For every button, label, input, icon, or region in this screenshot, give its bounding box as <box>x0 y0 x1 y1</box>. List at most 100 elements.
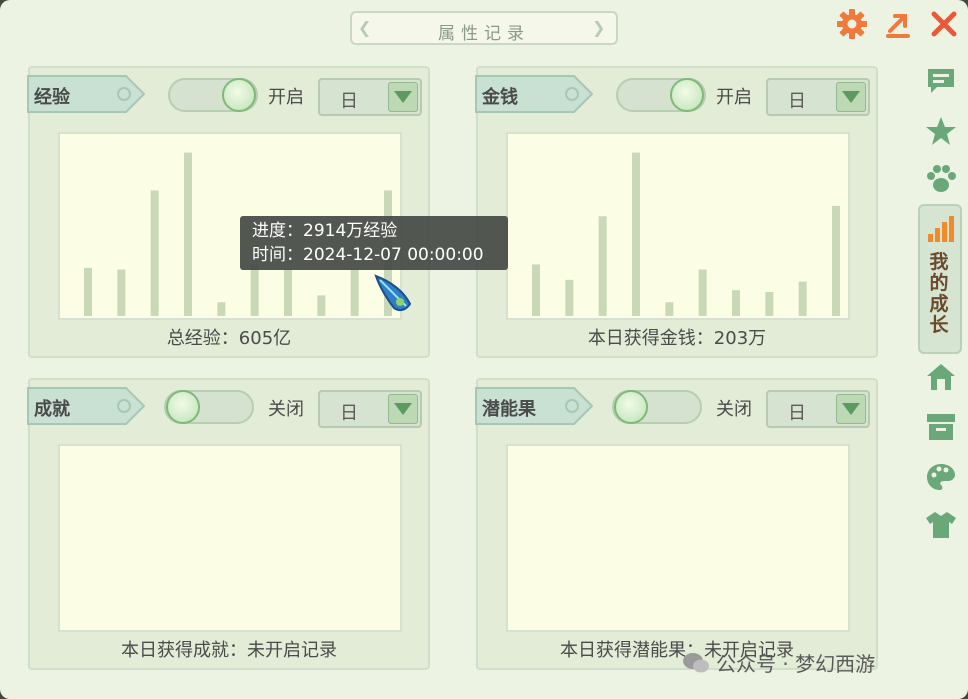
star-button[interactable] <box>922 112 960 150</box>
toggle-knob[interactable] <box>166 390 200 424</box>
money-tag: 金钱 <box>474 74 596 114</box>
gear-icon <box>837 9 867 39</box>
tooltip-progress: 进度：2914万经验 <box>252 221 398 241</box>
chart-bar[interactable] <box>184 152 192 316</box>
triangle-down-icon <box>394 403 412 415</box>
chart-bar[interactable] <box>350 269 359 316</box>
palette-icon <box>927 464 955 490</box>
paw-icon <box>927 165 956 192</box>
period-select[interactable]: 日 <box>318 390 422 428</box>
panel-summary: 总经验：605亿 <box>166 328 292 349</box>
potential-fruit-chart <box>506 444 850 632</box>
title-ornament-right-icon: ❯ <box>592 18 606 37</box>
toggle-label: 关闭 <box>716 399 752 420</box>
toggle-knob[interactable] <box>614 390 648 424</box>
chart-bar[interactable] <box>832 205 840 316</box>
period-select[interactable]: 日 <box>766 390 870 428</box>
chart-bar[interactable] <box>698 269 707 316</box>
message-button[interactable] <box>922 62 960 100</box>
chart-bar[interactable] <box>765 291 774 316</box>
watermark-text: 公众号 · 梦幻西游 <box>716 652 876 676</box>
dropdown-button[interactable] <box>836 394 866 424</box>
period-select-value: 日 <box>340 91 358 112</box>
close-button[interactable] <box>926 6 962 42</box>
chart-bar[interactable] <box>598 216 607 316</box>
period-select[interactable]: 日 <box>318 78 422 116</box>
period-select[interactable]: 日 <box>766 78 870 116</box>
star-icon <box>926 117 956 145</box>
toggle-label: 关闭 <box>268 399 304 420</box>
dropdown-button[interactable] <box>388 394 418 424</box>
experience-toggle[interactable] <box>168 78 258 112</box>
home-button[interactable] <box>922 358 960 396</box>
chart-bar[interactable] <box>732 290 740 316</box>
toggle-label: 开启 <box>716 87 752 108</box>
achievement-toggle[interactable] <box>164 390 254 424</box>
dropdown-button[interactable] <box>388 82 418 112</box>
chart-bar[interactable] <box>565 279 574 316</box>
achievement-tag: 成就 <box>26 386 148 426</box>
chart-bar[interactable] <box>532 264 540 316</box>
chart-bar[interactable] <box>117 269 126 316</box>
potential-fruit-tag: 潜能果 <box>474 386 596 426</box>
chart-tooltip: 进度：2914万经验 时间：2024-12-07 00:00:00 <box>240 216 508 270</box>
panel-summary: 本日获得成就：未开启记录 <box>121 640 337 661</box>
window-title: 属性记录 <box>438 24 530 44</box>
chart-bar[interactable] <box>317 295 326 316</box>
window: ❮ 属性记录 ❯ 经验 开启 日 总经验：605亿 金钱 开启 日 本日获得金钱… <box>0 0 968 699</box>
chart-bar[interactable] <box>84 267 92 316</box>
money-panel: 金钱 开启 日 本日获得金钱：203万 <box>474 66 878 358</box>
chart-bar[interactable] <box>217 302 226 316</box>
close-icon <box>931 11 957 37</box>
archive-button[interactable] <box>922 408 960 446</box>
toggle-knob[interactable] <box>222 78 256 112</box>
chart-bar[interactable] <box>798 281 807 316</box>
outfit-button[interactable] <box>922 506 960 544</box>
chart-bar[interactable] <box>632 152 640 316</box>
shirt-icon <box>926 512 956 538</box>
sidebar: 我的成长 <box>918 56 964 686</box>
money-chart <box>506 132 850 320</box>
palette-button[interactable] <box>922 458 960 496</box>
feather-cursor-icon <box>374 274 412 312</box>
potential-fruit-panel: 潜能果 关闭 日 本日获得潜能果：未开启记录 <box>474 378 878 670</box>
title-bar: ❮ 属性记录 ❯ <box>350 11 618 45</box>
panel-summary: 本日获得金钱：203万 <box>587 328 767 349</box>
potential-fruit-toggle[interactable] <box>612 390 702 424</box>
toggle-label: 开启 <box>268 87 304 108</box>
achievement-chart <box>58 444 402 632</box>
chart-bar[interactable] <box>250 264 259 316</box>
experience-tag: 经验 <box>26 74 148 114</box>
period-select-value: 日 <box>788 91 806 112</box>
watermark: 公众号 · 梦幻西游 <box>682 648 875 677</box>
panel-title: 金钱 <box>482 87 518 108</box>
money-bar-chart <box>532 152 840 316</box>
panel-title: 成就 <box>34 399 70 420</box>
chart-bar[interactable] <box>665 302 674 316</box>
my-growth-tab[interactable]: 我的成长 <box>918 204 962 354</box>
dropdown-button[interactable] <box>836 82 866 112</box>
period-select-value: 日 <box>788 403 806 424</box>
achievement-panel: 成就 关闭 日 本日获得成就：未开启记录 <box>26 378 430 670</box>
panel-title: 潜能果 <box>482 399 536 420</box>
tooltip-time: 时间：2024-12-07 00:00:00 <box>252 245 484 265</box>
triangle-down-icon <box>842 91 860 103</box>
popout-arrow-icon <box>886 14 910 38</box>
my-growth-label: 我的成长 <box>929 251 949 336</box>
triangle-down-icon <box>394 91 412 103</box>
archive-icon <box>927 414 955 440</box>
message-icon <box>928 69 954 93</box>
chart-bar[interactable] <box>150 190 159 316</box>
popout-button[interactable] <box>880 6 916 42</box>
pet-button[interactable] <box>922 160 960 198</box>
toggle-knob[interactable] <box>670 78 704 112</box>
period-select-value: 日 <box>340 403 358 424</box>
signal-icon <box>928 216 954 242</box>
wechat-icon <box>683 652 709 672</box>
home-icon <box>927 364 955 390</box>
panel-title: 经验 <box>34 87 70 108</box>
money-toggle[interactable] <box>616 78 706 112</box>
settings-button[interactable] <box>834 6 870 42</box>
experience-panel: 经验 开启 日 总经验：605亿 <box>26 66 430 358</box>
chart-bar[interactable] <box>284 269 292 316</box>
